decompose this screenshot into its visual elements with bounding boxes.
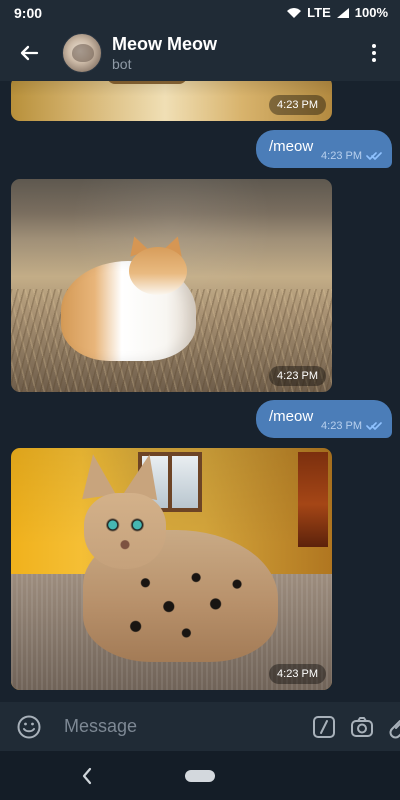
outgoing-text-message[interactable]: /meow 4:23 PM [256, 130, 392, 168]
slash-command-icon[interactable] [312, 710, 336, 744]
chat-title: Meow Meow [112, 34, 218, 54]
wifi-icon [286, 7, 302, 19]
message-meta: 4:23 PM [321, 420, 382, 432]
arrow-left-icon [18, 42, 40, 64]
network-label: LTE [307, 5, 331, 20]
message-time: 4:23 PM [269, 95, 326, 115]
home-indicator[interactable] [185, 769, 215, 782]
cat-head [84, 493, 166, 569]
more-vertical-icon [371, 43, 377, 63]
more-options-button[interactable] [360, 39, 388, 67]
message-time: 4:23 PM [321, 420, 362, 432]
emoji-icon[interactable] [16, 714, 42, 740]
double-check-icon [366, 421, 382, 431]
message-meta: 4:23 PM [321, 150, 382, 162]
photo-message[interactable]: 4:23 PM [10, 178, 333, 393]
message-time: 4:23 PM [269, 366, 326, 386]
message-input[interactable] [62, 710, 298, 743]
photo-message[interactable]: 4:23 PM [10, 81, 333, 122]
status-time: 9:00 [14, 4, 43, 21]
message-list[interactable]: 4:23 PM /meow 4:23 PM 4:23 PM /meow 4:23… [0, 81, 400, 702]
back-button[interactable] [14, 38, 44, 68]
telegram-chat-screen: 9:00 LTE 100% Meow Meow bot 4:23 PM /meo… [0, 0, 400, 800]
message-composer [0, 702, 400, 751]
status-bar: 9:00 LTE 100% [0, 0, 400, 25]
double-check-icon [366, 151, 382, 161]
chat-header: Meow Meow bot [0, 25, 400, 81]
outgoing-text-message[interactable]: /meow 4:23 PM [256, 400, 392, 438]
message-time: 4:23 PM [269, 664, 326, 684]
chat-avatar[interactable] [62, 33, 102, 73]
message-time: 4:23 PM [321, 150, 362, 162]
chat-subtitle: bot [112, 56, 132, 72]
camera-icon[interactable] [350, 710, 374, 744]
attachment-icon[interactable] [388, 710, 400, 744]
door [298, 452, 328, 547]
system-navigation-bar [0, 751, 400, 800]
nav-back-icon[interactable] [75, 764, 99, 788]
chat-header-text[interactable]: Meow Meow bot [112, 34, 217, 72]
status-icons: LTE 100% [286, 5, 388, 20]
photo-message[interactable]: 4:23 PM [10, 447, 333, 691]
battery-level: 100% [354, 5, 388, 20]
cat-head [129, 247, 187, 295]
cat-ear [76, 451, 116, 500]
signal-icon [336, 7, 350, 19]
